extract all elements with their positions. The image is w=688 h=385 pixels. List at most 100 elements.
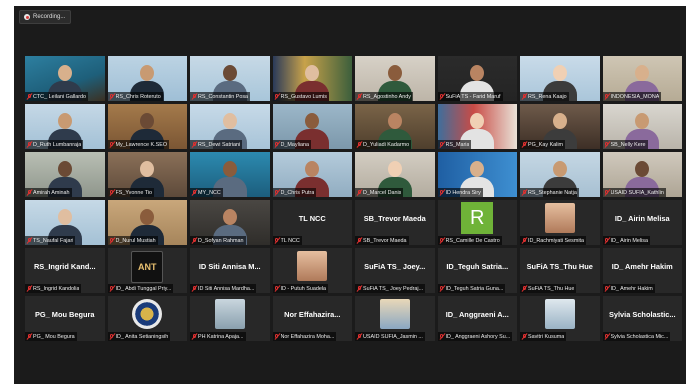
mic-muted-icon [356,237,362,244]
participant-tile[interactable]: TL NCC TL NCC [272,200,352,245]
participant-tile[interactable]: Amirah Aminah [25,152,105,197]
participant-tile[interactable]: D_Yuliadi Kadarmo [355,104,435,149]
participant-tile[interactable]: INDONESIA_MONA [602,56,682,101]
participant-tile[interactable]: ID_Rachmiyati Sesmita [520,200,600,245]
participant-tile[interactable]: R RS_Camille De Castro [437,200,517,245]
name-label: RS_Dewi Satriani [190,140,243,149]
name-label: Nor Effahazira Moha... [272,332,337,341]
participant-name: ID_Rachmiyati Sesmita [528,237,585,244]
participant-head [470,65,485,81]
participant-name: RS_Ingrid Kandolia [33,285,80,292]
participant-tile[interactable]: PH Katrina Apaja... [190,296,270,341]
participant-display-name: ID_ Amehr Hakim [611,262,673,271]
participant-tile[interactable]: ID Hendra Siry [437,152,517,197]
mic-muted-icon [521,141,527,148]
participant-head [305,161,320,177]
participant-head [635,161,650,177]
participant-name: D_Yuliadi Kadarmo [363,141,410,148]
participant-name: USAID SUFIA_Kathlin [610,189,664,196]
participant-name: D_Nurul Mustiah [115,237,156,244]
name-label: ID Siti Annisa Mardha... [190,284,257,293]
participant-name: RS_Rena Kaajo [528,93,567,100]
name-label: RS_Agostinho Andy [355,92,413,101]
participant-tile[interactable]: USAID SUFIA_Kathlin [602,152,682,197]
participant-tile[interactable]: FS_Yvonne Tio [107,152,187,197]
participant-tile[interactable]: My_Lawrence K.SEO [107,104,187,149]
participant-tile[interactable]: RS_Gustavo Lumis [272,56,352,101]
name-label: ID_Rachmiyati Sesmita [520,236,587,245]
participant-tile[interactable]: ANT ID_ Abdi Tunggal Priy... [107,248,187,293]
participant-tile[interactable]: SuFiA TS_Thu Hue SuFiA TS_Thu Hue [520,248,600,293]
participant-tile[interactable]: ID_Teguh Satria... ID_Teguh Satria Guna..… [437,248,517,293]
participant-tile[interactable]: RS_Chris Roteruto [107,56,187,101]
participant-tile[interactable]: ID - Putuh Suadela [272,248,352,293]
participant-tile[interactable]: RS_Stephanie Natja [520,152,600,197]
participant-tile[interactable]: D_Sofyan Rahman [190,200,270,245]
mic-muted-icon [439,93,445,100]
participant-tile[interactable]: RS_Agostinho Andy [355,56,435,101]
participant-tile[interactable]: RS_Ingrid Kand... RS_Ingrid Kandolia [25,248,105,293]
name-label: PG_Kay Kalim [520,140,566,149]
name-label: Amirah Aminah [25,188,72,197]
participant-name: INDONESIA_MONA [610,93,660,100]
participant-tile[interactable]: ID_ Anggraeni A... ID_ Anggraeni Ashory S… [437,296,517,341]
record-icon [24,14,30,20]
participant-tile[interactable]: CTC_ Leilani Gallardo [25,56,105,101]
mic-muted-icon [26,237,32,244]
participant-tile[interactable]: D_Chris Putra [272,152,352,197]
participant-tile[interactable]: D_Nurul Mustiah [107,200,187,245]
participant-tile[interactable]: ID_ Anita Setianingsih [107,296,187,341]
recording-indicator[interactable]: Recording... [19,10,72,24]
mic-muted-icon [439,333,445,340]
mic-muted-icon [604,237,610,244]
participant-tile[interactable]: SB_Nelly Kere [602,104,682,149]
participant-tile[interactable]: SB_Trevor Maeda SB_Trevor Maeda [355,200,435,245]
participant-tile[interactable]: Savitri Kusuma [520,296,600,341]
participant-display-name: ID_Teguh Satria... [446,262,509,271]
participant-tile[interactable]: PG_ Mou Begura PG_ Mou Begura [25,296,105,341]
mic-muted-icon [356,141,362,148]
participant-name: PG_Kay Kalim [528,141,564,148]
mic-muted-icon [604,333,610,340]
participant-tile[interactable]: RS_Rena Kaajo [520,56,600,101]
name-label: ID_ Airin Melisa [602,236,650,245]
name-label: TS_Naufal Fajari [25,236,76,245]
participant-tile[interactable]: D_Ruth Lumbanraja [25,104,105,149]
participant-display-name: SuFiA TS_Thu Hue [526,262,593,271]
name-label: D_Marcel Danis [355,188,404,197]
participant-name: ID_Teguh Satria Guna... [445,285,504,292]
participant-tile[interactable]: RS_Dewi Satriani [190,104,270,149]
emblem-icon [132,299,163,329]
recording-label: Recording... [33,14,66,20]
participant-tile[interactable]: SuFiA TS_ Joey... SuFiA TS_ Joey Pedraj..… [355,248,435,293]
mic-muted-icon [191,141,197,148]
participant-tile[interactable]: Nor Effahazira... Nor Effahazira Moha... [272,296,352,341]
participant-tile[interactable]: PG_Kay Kalim [520,104,600,149]
participant-name: TS_Naufal Fajari [33,237,74,244]
participant-tile[interactable]: Sylvia Scholastic... Sylvia Scholastica M… [602,296,682,341]
mic-muted-icon [604,93,610,100]
participant-tile[interactable]: TS_Naufal Fajari [25,200,105,245]
participant-tile[interactable]: RS_Maria [437,104,517,149]
meeting-gallery-view: Recording... CTC_ Leilani Gallardo RS_Chr… [14,6,686,384]
participant-tile[interactable]: ID Siti Annisa M... ID Siti Annisa Mardha… [190,248,270,293]
participant-tile[interactable]: USAID SUFIA_Jasmin ... [355,296,435,341]
participant-tile[interactable]: ID_ Amehr Hakim ID_ Amehr Hakim [602,248,682,293]
letter-avatar: R [461,202,494,234]
participant-tile[interactable]: D_Mayliana [272,104,352,149]
participant-tile[interactable]: RS_Constantin Posa [190,56,270,101]
name-label: SB_Nelly Kere [602,140,648,149]
participant-tile[interactable]: MY_NCC [190,152,270,197]
participant-tile[interactable]: SuFiA TS - Farid Maruf [437,56,517,101]
participant-name: D_Sofyan Rahman [198,237,244,244]
participant-display-name: Sylvia Scholastic... [608,310,676,319]
participant-head [222,113,237,129]
participant-tile[interactable]: ID_ Airin Melisa ID_ Airin Melisa [602,200,682,245]
mic-muted-icon [26,333,32,340]
profile-picture: ANT [131,251,164,283]
participant-head [387,65,402,81]
participant-name: Nor Effahazira Moha... [280,333,335,340]
participant-tile[interactable]: D_Marcel Danis [355,152,435,197]
participant-name: RS_Constantin Posa [198,93,249,100]
participant-name: RS_Camille De Castro [445,237,500,244]
